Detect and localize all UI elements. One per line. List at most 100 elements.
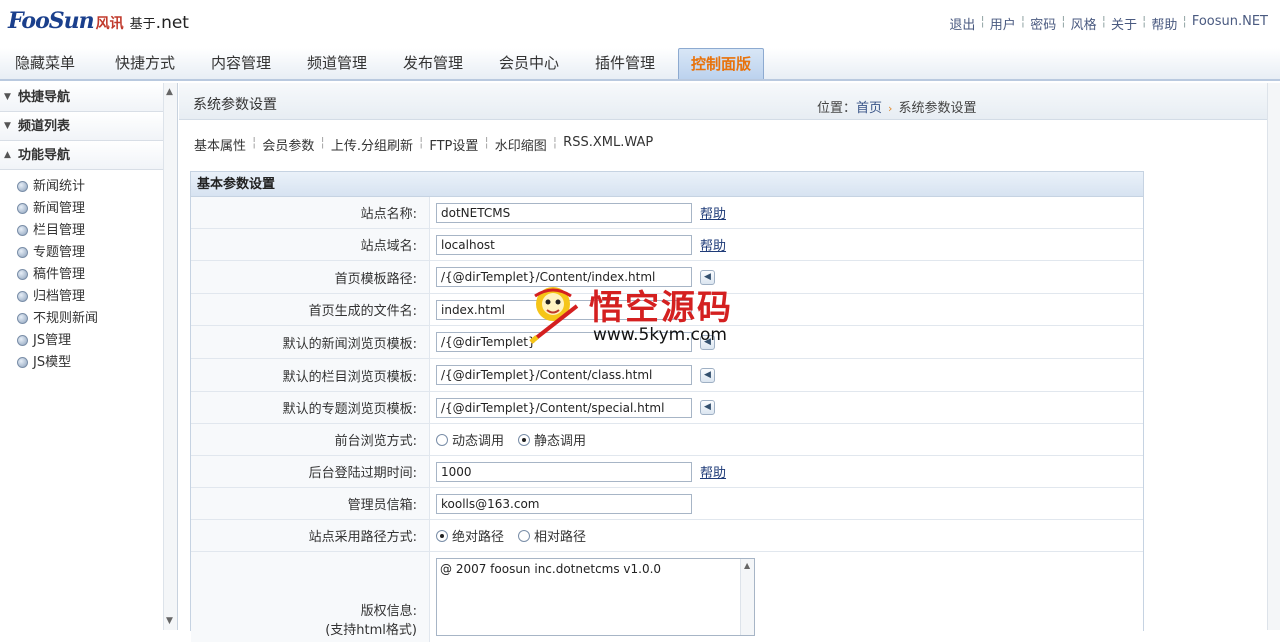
sidebar-items: 新闻统计 新闻管理 栏目管理 专题管理 稿件管理 归档管理 不规则新闻 JS管理… bbox=[0, 170, 177, 374]
bullet-icon bbox=[17, 181, 28, 192]
sidebar-item-label: 新闻管理 bbox=[33, 201, 86, 216]
sidebar: ▼ 快捷导航 ▼ 频道列表 ▲ 功能导航 新闻统计 新闻管理 栏目管理 专题管理 稿件… bbox=[0, 83, 178, 630]
sidebar-item-irregular-news[interactable]: 不规则新闻 bbox=[0, 308, 177, 330]
section-label: 频道列表 bbox=[18, 119, 71, 134]
breadcrumb-home-link[interactable]: 首页 bbox=[856, 101, 882, 116]
tab-watermark[interactable]: 水印缩图 bbox=[495, 135, 547, 154]
bullet-icon bbox=[17, 291, 28, 302]
tab-member[interactable]: 会员参数 bbox=[262, 135, 314, 154]
class-template-input[interactable] bbox=[436, 365, 692, 385]
breadcrumb-label: 位置： bbox=[817, 101, 857, 116]
help-link[interactable]: 帮助 bbox=[700, 203, 726, 222]
special-template-input[interactable] bbox=[436, 397, 692, 418]
settings-tabs: 基本属性 ¦ 会员参数 ¦ 上传.分组刷新 ¦ FTP设置 ¦ 水印缩图 ¦ RSS.XM… bbox=[194, 135, 653, 154]
sidebar-item-js-manage[interactable]: JS管理 bbox=[0, 330, 177, 352]
nav-shortcuts[interactable]: 快捷方式 bbox=[115, 48, 175, 79]
logo-mark: FooSun bbox=[8, 8, 95, 34]
foosun-net-link[interactable]: Foosun.NET bbox=[1192, 14, 1268, 33]
login-timeout-input[interactable] bbox=[436, 461, 692, 482]
breadcrumb-arrow-icon: › bbox=[888, 102, 893, 115]
separator: ¦ bbox=[1020, 14, 1026, 29]
admin-email-label: 管理员信箱: bbox=[191, 488, 430, 519]
scroll-down-icon[interactable]: ▼ bbox=[166, 616, 173, 626]
row-class-template: 默认的栏目浏览页模板: ◀ bbox=[191, 359, 1143, 392]
sidebar-section-channels[interactable]: ▼ 频道列表 bbox=[0, 112, 177, 141]
sidebar-item-topic-manage[interactable]: 专题管理 bbox=[0, 242, 177, 264]
bullet-icon bbox=[17, 247, 28, 258]
scroll-up-icon[interactable]: ▲ bbox=[744, 561, 750, 570]
select-template-icon[interactable]: ◀ bbox=[700, 367, 715, 383]
path-relative-radio[interactable] bbox=[518, 529, 531, 542]
sidebar-item-draft-manage[interactable]: 稿件管理 bbox=[0, 264, 177, 286]
sidebar-item-label: JS管理 bbox=[33, 333, 72, 348]
option-label: 绝对路径 bbox=[452, 530, 505, 545]
path-mode-label: 站点采用路径方式: bbox=[191, 520, 430, 551]
about-link[interactable]: 关于 bbox=[1111, 14, 1137, 33]
collapse-arrow-icon: ▼ bbox=[4, 121, 11, 131]
sidebar-section-functions[interactable]: ▲ 功能导航 bbox=[0, 141, 177, 170]
password-link[interactable]: 密码 bbox=[1030, 14, 1056, 33]
nav-hide-menu[interactable]: 隐藏菜单 bbox=[15, 48, 75, 79]
watermark-url: www.5kym.com bbox=[593, 325, 727, 345]
separator: ¦ bbox=[252, 135, 257, 150]
domain-input[interactable] bbox=[436, 234, 692, 255]
tab-upload[interactable]: 上传.分组刷新 bbox=[331, 135, 413, 154]
browse-dynamic-radio[interactable] bbox=[436, 433, 448, 446]
nav-plugin-manage[interactable]: 插件管理 bbox=[595, 48, 655, 79]
browse-static-radio[interactable] bbox=[518, 433, 531, 446]
sidebar-item-news-manage[interactable]: 新闻管理 bbox=[0, 198, 177, 220]
sidebar-scrollbar[interactable]: ▲ ▼ bbox=[163, 83, 177, 630]
sidebar-item-label: 栏目管理 bbox=[33, 223, 86, 238]
special-template-label: 默认的专题浏览页模板: bbox=[191, 392, 430, 423]
sidebar-item-archive-manage[interactable]: 归档管理 bbox=[0, 286, 177, 308]
path-absolute-option[interactable]: 绝对路径 bbox=[436, 526, 504, 545]
logo-net: .net bbox=[155, 13, 189, 33]
scroll-up-icon[interactable]: ▲ bbox=[166, 87, 173, 97]
tab-rss[interactable]: RSS.XML.WAP bbox=[563, 135, 653, 154]
bullet-icon bbox=[17, 313, 28, 324]
sidebar-item-news-stats[interactable]: 新闻统计 bbox=[0, 176, 177, 198]
help-link[interactable]: 帮助 bbox=[1151, 14, 1177, 33]
sidebar-item-label: 专题管理 bbox=[33, 245, 86, 260]
breadcrumb: 位置：首页 › 系统参数设置 bbox=[817, 97, 976, 116]
browse-dynamic-option[interactable]: 动态调用 bbox=[436, 430, 504, 449]
sidebar-item-column-manage[interactable]: 栏目管理 bbox=[0, 220, 177, 242]
path-relative-option[interactable]: 相对路径 bbox=[518, 526, 586, 545]
copyright-textarea[interactable]: @ 2007 foosun inc.dotnetcms v1.0.0 ▲ bbox=[436, 558, 755, 636]
bullet-icon bbox=[17, 357, 28, 368]
textarea-scrollbar[interactable]: ▲ bbox=[740, 559, 754, 635]
news-template-label: 默认的新闻浏览页模板: bbox=[191, 326, 430, 358]
bullet-icon bbox=[17, 203, 28, 214]
main-nav: 隐藏菜单 快捷方式 内容管理 频道管理 发布管理 会员中心 插件管理 控制面版 bbox=[0, 48, 1280, 81]
select-template-icon[interactable]: ◀ bbox=[700, 400, 715, 415]
help-link[interactable]: 帮助 bbox=[700, 462, 726, 481]
sidebar-item-label: JS模型 bbox=[33, 355, 72, 370]
site-name-input[interactable] bbox=[436, 202, 692, 223]
nav-content-manage[interactable]: 内容管理 bbox=[211, 48, 271, 79]
path-absolute-radio[interactable] bbox=[436, 529, 448, 542]
main-scrollbar[interactable] bbox=[1267, 83, 1280, 630]
nav-publish-manage[interactable]: 发布管理 bbox=[403, 48, 463, 79]
user-link[interactable]: 用户 bbox=[990, 14, 1016, 33]
copyright-text: @ 2007 foosun inc.dotnetcms v1.0.0 bbox=[440, 562, 662, 576]
browse-static-option[interactable]: 静态调用 bbox=[518, 430, 586, 449]
tab-basic[interactable]: 基本属性 bbox=[194, 135, 246, 154]
nav-channel-manage[interactable]: 频道管理 bbox=[307, 48, 367, 79]
separator: ¦ bbox=[1061, 14, 1066, 29]
sidebar-section-shortcuts[interactable]: ▼ 快捷导航 bbox=[0, 83, 177, 112]
style-link[interactable]: 风格 bbox=[1071, 14, 1097, 33]
separator: ¦ bbox=[484, 135, 489, 150]
nav-member-center[interactable]: 会员中心 bbox=[499, 48, 559, 79]
sidebar-item-js-model[interactable]: JS模型 bbox=[0, 352, 177, 374]
nav-control-panel[interactable]: 控制面版 bbox=[678, 48, 765, 79]
foosun-logo[interactable]: FooSun 风讯 基于 .net bbox=[8, 8, 189, 38]
row-domain: 站点域名: 帮助 bbox=[191, 229, 1143, 261]
logout-link[interactable]: 退出 bbox=[949, 14, 975, 33]
row-special-template: 默认的专题浏览页模板: ◀ bbox=[191, 392, 1143, 424]
index-template-label: 首页模板路径: bbox=[191, 261, 430, 293]
sidebar-item-label: 新闻统计 bbox=[33, 179, 86, 194]
option-label: 相对路径 bbox=[534, 530, 587, 545]
tab-ftp[interactable]: FTP设置 bbox=[429, 135, 478, 154]
admin-email-input[interactable] bbox=[436, 493, 692, 514]
help-link[interactable]: 帮助 bbox=[700, 235, 726, 254]
